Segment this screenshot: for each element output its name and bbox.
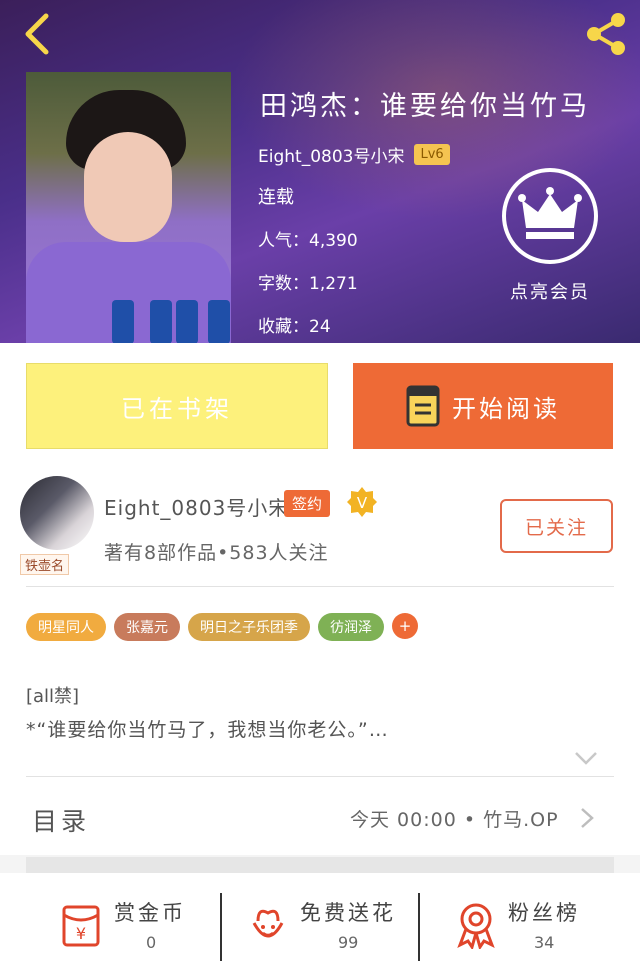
favorites-stat: 收藏：24: [258, 317, 331, 337]
table-of-contents-row[interactable]: 目录 今天 00:00 • 竹马.OP: [0, 777, 640, 857]
tag-item[interactable]: 明星同人: [26, 613, 106, 641]
latest-chapter: 今天 00:00 • 竹马.OP: [350, 809, 559, 831]
svg-text:V: V: [357, 494, 368, 512]
flower-icon: [244, 901, 292, 949]
verified-badge-icon: V: [346, 486, 378, 518]
free-flower-button[interactable]: 免费送花 99: [244, 893, 404, 963]
tag-item[interactable]: 彷润泽: [318, 613, 384, 641]
tag-item[interactable]: 张嘉元: [114, 613, 180, 641]
expand-chevron-icon[interactable]: [574, 750, 598, 766]
separator: [418, 893, 420, 961]
fans-count: 34: [534, 933, 555, 952]
vip-button[interactable]: 点亮会员: [500, 168, 600, 303]
medal-icon: [452, 901, 500, 951]
toc-label: 目录: [32, 807, 91, 836]
back-arrow-icon[interactable]: [18, 12, 58, 56]
synopsis-line-1: [all禁]: [26, 686, 80, 707]
svg-text:¥: ¥: [76, 924, 86, 943]
header-author-name[interactable]: Eight_0803号小宋: [258, 142, 404, 167]
tag-item[interactable]: 明日之子乐团季: [188, 613, 310, 641]
serial-status: 连载: [258, 187, 294, 208]
level-badge: Lv6: [414, 144, 450, 165]
more-tags-button[interactable]: +: [392, 613, 418, 639]
author-meta: 著有8部作品•583人关注: [104, 542, 329, 564]
bottom-bar: ¥ 赏金币 0 免费送花 99 粉丝榜 34: [0, 873, 640, 975]
tag-list: 明星同人 张嘉元 明日之子乐团季 彷润泽 +: [26, 613, 418, 641]
book-icon: [406, 385, 440, 427]
signed-badge: 签约: [284, 490, 331, 517]
book-header: 田鸿杰：谁要给你当竹马 Eight_0803号小宋 Lv6 连载 人气：4,39…: [0, 0, 640, 343]
book-title: 田鸿杰：谁要给你当竹马: [260, 91, 590, 122]
separator: [220, 893, 222, 961]
author-name[interactable]: Eight_0803号小宋: [104, 492, 289, 521]
chevron-right-icon: [580, 807, 594, 829]
share-icon[interactable]: [582, 10, 630, 58]
reward-count: 0: [146, 933, 157, 952]
fans-title: 粉丝榜: [508, 901, 580, 925]
flower-title: 免费送花: [300, 901, 396, 925]
book-cover-image[interactable]: [26, 72, 231, 343]
in-bookshelf-button[interactable]: 已在书架: [26, 363, 328, 449]
crown-icon: [502, 168, 598, 264]
divider: [26, 586, 614, 587]
popularity-stat: 人气：4,390: [258, 231, 358, 251]
flower-count: 99: [338, 933, 359, 952]
reward-coins-button[interactable]: ¥ 赏金币 0: [58, 893, 208, 963]
start-reading-button[interactable]: 开始阅读: [353, 363, 613, 449]
author-line: Eight_0803号小宋 Lv6: [258, 142, 450, 167]
fan-ranking-button[interactable]: 粉丝榜 34: [452, 893, 592, 963]
reward-title: 赏金币: [114, 901, 186, 925]
synopsis-line-2: *“谁要给你当竹马了，我想当你老公。”…: [26, 719, 389, 741]
red-envelope-icon: ¥: [58, 901, 106, 949]
word-count-stat: 字数：1,271: [258, 274, 358, 294]
avatar-tag: 铁壶名: [20, 554, 70, 575]
follow-button[interactable]: 已关注: [500, 499, 613, 553]
start-reading-label: 开始阅读: [452, 394, 560, 423]
author-avatar[interactable]: [20, 476, 94, 550]
vip-label: 点亮会员: [510, 282, 590, 303]
section-spacer: [26, 857, 614, 873]
